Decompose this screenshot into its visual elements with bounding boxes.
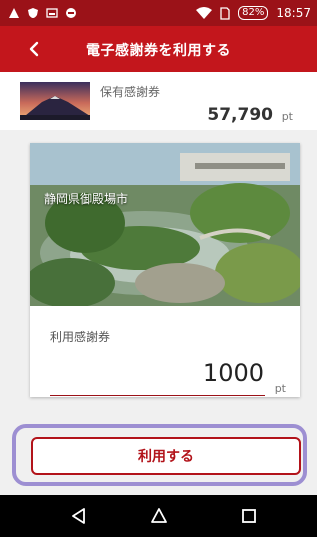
content-area: 静岡県御殿場市 利用感謝券 1000 pt xyxy=(0,130,317,410)
amount-input[interactable]: 1000 xyxy=(203,359,264,387)
voucher-card: 静岡県御殿場市 利用感謝券 1000 pt xyxy=(30,143,300,397)
home-nav-icon[interactable] xyxy=(149,506,169,526)
wifi-icon xyxy=(196,7,213,19)
sim-icon xyxy=(220,6,230,20)
app-bar: 電子感謝券を利用する xyxy=(0,26,317,72)
shield-icon xyxy=(28,8,38,18)
location-label: 静岡県御殿場市 xyxy=(44,192,129,206)
balance-value: 57,790 xyxy=(207,105,273,125)
voucher-photo xyxy=(30,143,300,306)
balance-card: 保有感謝券 57,790 pt xyxy=(0,72,317,130)
amount-underline xyxy=(50,395,265,396)
record-icon xyxy=(66,8,76,18)
status-bar: 82% 18:57 xyxy=(0,0,317,26)
battery-level: 82% xyxy=(238,6,269,20)
navigation-bar xyxy=(0,495,317,537)
voucher-thumbnail xyxy=(20,82,90,120)
use-button[interactable]: 利用する xyxy=(31,437,301,475)
amount-unit: pt xyxy=(274,382,286,395)
recents-nav-icon[interactable] xyxy=(239,506,259,526)
clock: 18:57 xyxy=(276,6,311,20)
alert-icon xyxy=(9,8,19,18)
page-title: 電子感謝券を利用する xyxy=(86,43,231,59)
back-nav-icon[interactable] xyxy=(69,506,89,526)
balance-label: 保有感謝券 xyxy=(100,85,161,99)
image-icon xyxy=(46,8,58,18)
amount-label: 利用感謝券 xyxy=(50,330,111,344)
balance-unit: pt xyxy=(281,110,293,123)
